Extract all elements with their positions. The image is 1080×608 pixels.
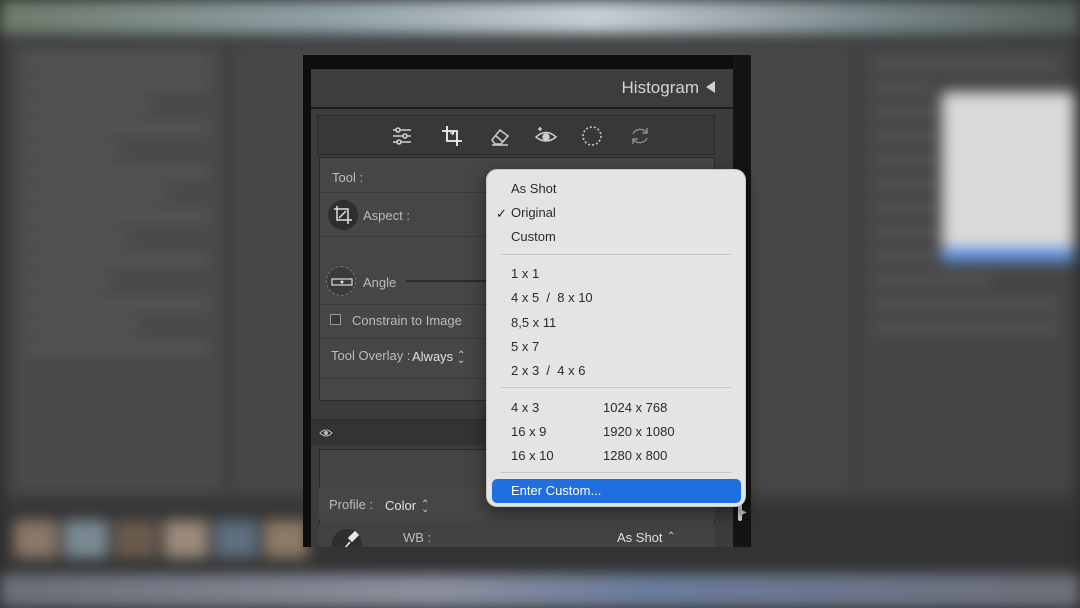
wb-label: WB : <box>403 530 432 545</box>
profile-label: Profile : <box>329 497 374 512</box>
eyedropper-icon[interactable] <box>331 526 363 547</box>
menu-item-16x9-pixels: 1920 x 1080 <box>603 424 675 439</box>
collapse-triangle-icon[interactable] <box>706 81 715 93</box>
angle-level-icon[interactable] <box>326 266 356 296</box>
tool-strip <box>317 115 715 155</box>
dock <box>0 574 1080 608</box>
wb-stepper-icon[interactable]: ⌃ <box>667 531 675 542</box>
red-eye-icon[interactable] <box>534 124 558 148</box>
menu-item-custom[interactable]: Custom <box>511 229 556 244</box>
tool-overlay-label: Tool Overlay : <box>331 348 411 363</box>
menu-item-16x10[interactable]: 16 x 10 <box>511 448 554 463</box>
menu-item-enter-custom[interactable]: Enter Custom... <box>492 479 741 503</box>
menu-item-as-shot[interactable]: As Shot <box>511 181 557 196</box>
menu-item-16x10-pixels: 1280 x 800 <box>603 448 668 463</box>
profile-value[interactable]: Color <box>385 498 416 513</box>
reset-icon[interactable] <box>628 124 652 148</box>
histogram-title: Histogram <box>621 78 699 97</box>
constrain-checkbox[interactable] <box>330 314 341 325</box>
aspect-label: Aspect : <box>363 208 410 223</box>
aspect-ratio-menu: ✓ As Shot Original Custom 1 x 1 4 x 5 / … <box>486 169 746 507</box>
panel-expand-arrow-icon[interactable]: ▶ <box>739 507 747 518</box>
menu-item-4x3[interactable]: 4 x 3 <box>511 400 539 415</box>
menu-item-16x9[interactable]: 16 x 9 <box>511 424 546 439</box>
tool-label: Tool : <box>332 170 364 185</box>
menu-separator <box>501 387 731 388</box>
menu-item-8.5x11[interactable]: 8,5 x 11 <box>511 315 556 330</box>
histogram-header[interactable]: Histogram <box>311 69 737 109</box>
angle-label: Angle <box>363 275 397 290</box>
crop-frame-icon[interactable] <box>328 200 358 230</box>
constrain-label: Constrain to Image <box>352 313 462 328</box>
crop-icon[interactable] <box>440 124 464 148</box>
menu-item-1x1[interactable]: 1 x 1 <box>511 266 539 281</box>
tool-overlay-stepper-down-icon[interactable]: ⌄ <box>457 355 465 366</box>
menu-separator <box>501 254 731 255</box>
menu-item-4x5[interactable]: 4 x 5 / 8 x 10 <box>511 290 593 305</box>
profile-stepper-down-icon[interactable]: ⌄ <box>421 504 429 515</box>
desktop-top-strip <box>0 0 1080 34</box>
sliders-icon[interactable] <box>390 124 414 148</box>
eraser-icon[interactable] <box>488 124 512 148</box>
masking-icon[interactable] <box>580 124 604 148</box>
wb-row: WB : As Shot ⌃ <box>319 524 715 547</box>
angle-slider[interactable] <box>406 280 496 282</box>
background-popup <box>942 92 1074 262</box>
wb-value[interactable]: As Shot <box>617 530 663 545</box>
enter-custom-label: Enter Custom... <box>511 483 602 498</box>
menu-item-original[interactable]: Original <box>511 205 556 220</box>
menu-item-5x7[interactable]: 5 x 7 <box>511 339 539 354</box>
tool-overlay-value[interactable]: Always <box>412 349 453 364</box>
left-panel <box>10 44 225 494</box>
checkmark-icon: ✓ <box>496 206 507 221</box>
visibility-eye-icon[interactable] <box>319 428 333 438</box>
menu-item-2x3[interactable]: 2 x 3 / 4 x 6 <box>511 363 585 378</box>
menu-separator <box>501 472 731 473</box>
menu-item-4x3-pixels: 1024 x 768 <box>603 400 668 415</box>
